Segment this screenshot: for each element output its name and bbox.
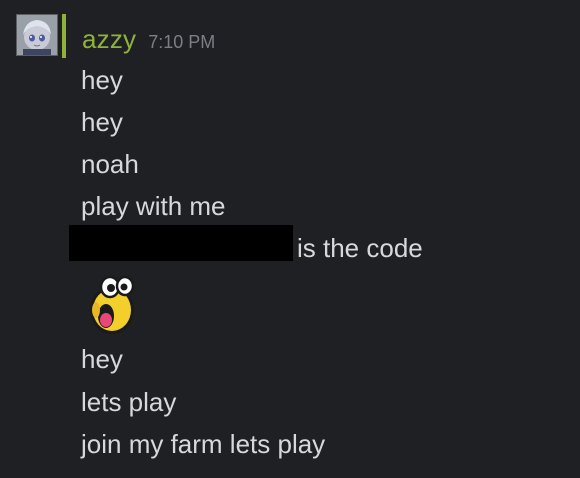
- redacted-code-block: [69, 225, 293, 261]
- online-status-bar: [62, 14, 66, 58]
- message-text: join my farm lets play: [81, 429, 326, 459]
- message-text: noah: [81, 149, 139, 179]
- screaming-yellow-blob-emoji-icon: [84, 274, 142, 336]
- message-text: play with me: [81, 191, 226, 221]
- message-text: lets play: [81, 387, 177, 417]
- message-text: hey: [81, 65, 123, 95]
- username[interactable]: azzy: [82, 24, 136, 55]
- message-text: hey: [81, 344, 123, 374]
- avatar[interactable]: [16, 14, 58, 56]
- chat-message-group: azzy 7:10 PM hey hey noah play with me i…: [0, 0, 580, 478]
- message-text: hey: [81, 107, 123, 137]
- anime-character-avatar-icon: [17, 15, 57, 55]
- avatar-container[interactable]: [16, 14, 66, 60]
- timestamp: 7:10 PM: [148, 32, 216, 52]
- message-header: azzy 7:10 PM: [82, 24, 215, 56]
- message-text: is the code: [297, 233, 423, 263]
